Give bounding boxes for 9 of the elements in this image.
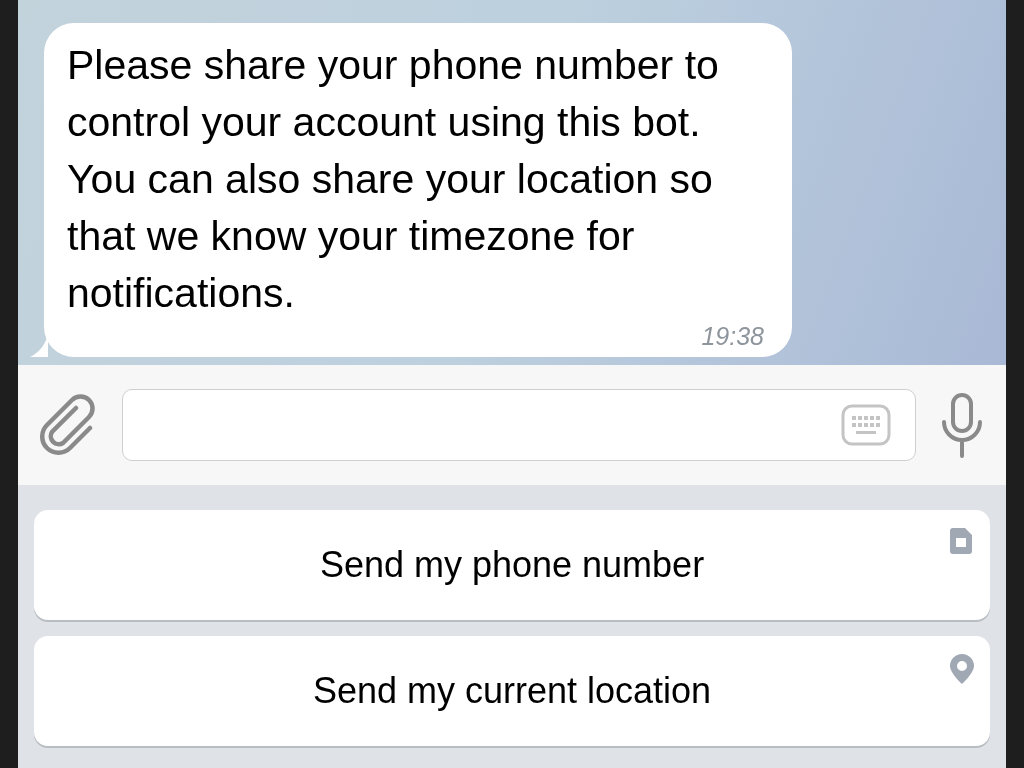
message-input-field[interactable] (122, 389, 916, 461)
message-text: Please share your phone number to control your account using this bot. You can also share your location so that we know your timezone for notifications. (67, 41, 720, 318)
paperclip-icon[interactable] (40, 394, 98, 456)
keyboard-button[interactable]: Send my current location (34, 636, 990, 746)
location-pin-icon (950, 654, 974, 684)
keyboard-icon[interactable] (841, 404, 891, 446)
message-time: 19:38 (701, 322, 764, 351)
microphone-icon[interactable] (940, 392, 984, 458)
keyboard-button[interactable]: Send my phone number (34, 510, 990, 620)
